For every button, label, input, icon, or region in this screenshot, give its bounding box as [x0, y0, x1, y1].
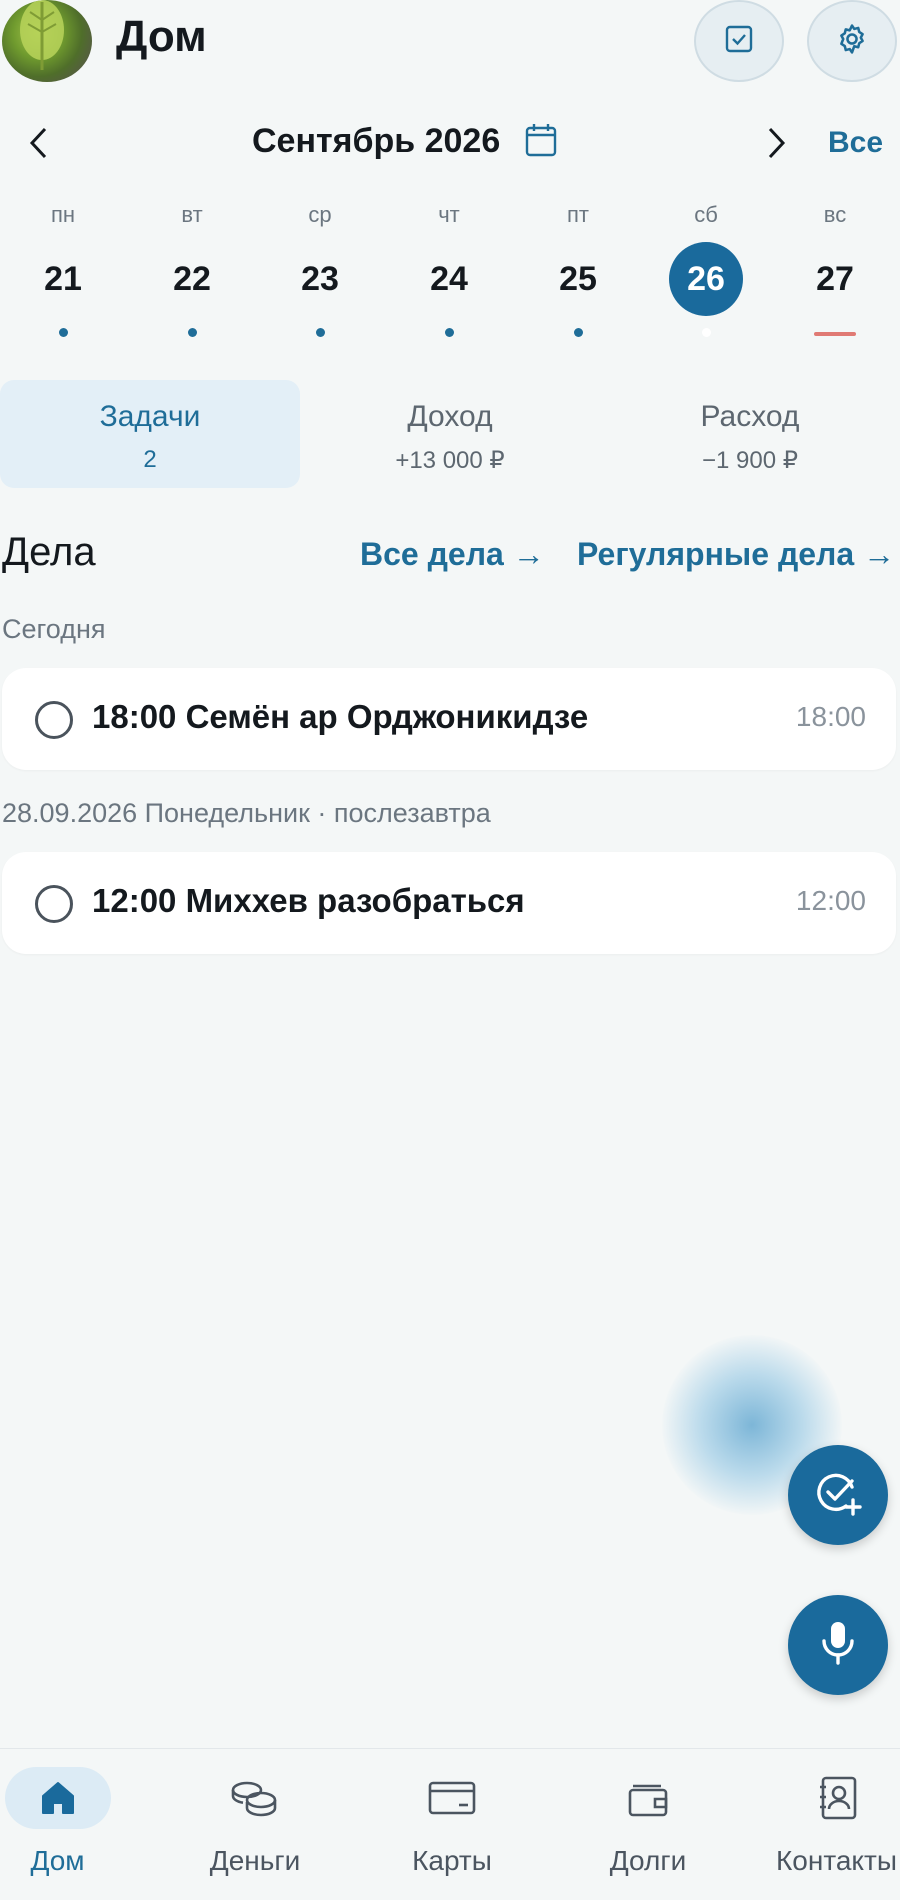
day-name: чт	[438, 202, 460, 227]
event-dot	[58, 328, 68, 337]
task-item[interactable]: 18:00 Семён ар Орджоникидзе 18:00	[2, 668, 896, 770]
card-icon	[399, 1767, 505, 1829]
event-dot	[701, 328, 711, 337]
regular-tasks-link[interactable]: Регулярные дела →	[577, 536, 895, 573]
day-name: пн	[50, 202, 76, 227]
home-icon	[4, 1767, 111, 1829]
event-dot	[187, 328, 197, 337]
day-saturday[interactable]: сб 26	[651, 200, 761, 340]
summary-tabs: Задачи 2 Доход +13 000 ₽ Расход −1 900 ₽	[0, 380, 900, 490]
day-number-selected: 26	[669, 242, 743, 316]
event-dot	[444, 328, 454, 337]
day-number: 27	[816, 260, 854, 298]
event-dot	[573, 328, 583, 337]
day-monday[interactable]: пн 21	[8, 200, 118, 340]
day-number: 21	[44, 260, 82, 298]
tab-income[interactable]: Доход +13 000 ₽	[300, 380, 600, 488]
task-time: 18:00	[795, 701, 866, 732]
check-plus-icon	[812, 1467, 864, 1524]
tab-value: 2	[143, 446, 157, 473]
settings-button[interactable]	[807, 0, 897, 82]
avatar[interactable]	[2, 0, 92, 82]
add-task-button[interactable]	[788, 1445, 888, 1545]
day-number: 25	[559, 260, 597, 298]
day-thursday[interactable]: чт 24	[394, 200, 504, 340]
section-title: Дела	[2, 530, 96, 574]
prev-month-button[interactable]	[18, 122, 58, 168]
nav-label: Карты	[412, 1845, 492, 1876]
tab-value: −1 900 ₽	[701, 447, 798, 474]
tab-expense[interactable]: Расход −1 900 ₽	[600, 380, 900, 488]
checkbox-icon	[724, 24, 754, 59]
day-name: пт	[567, 202, 589, 227]
task-item[interactable]: 12:00 Миххев разобраться 12:00	[2, 852, 896, 954]
nav-item-home[interactable]: Дом	[0, 1749, 115, 1900]
day-tuesday[interactable]: вт 22	[137, 200, 247, 340]
nav-item-debts[interactable]: Долги	[588, 1749, 708, 1900]
month-navigation: Сентябрь 2026 Все	[0, 110, 900, 180]
voice-input-button[interactable]	[788, 1595, 888, 1695]
all-dates-link[interactable]: Все	[828, 126, 883, 160]
task-checkbox[interactable]	[35, 885, 73, 923]
task-time: 12:00	[795, 885, 866, 916]
day-friday[interactable]: пт 25	[523, 200, 633, 340]
event-dot	[315, 328, 325, 337]
all-tasks-link[interactable]: Все дела →	[360, 536, 545, 573]
page-title: Дом	[116, 12, 207, 61]
nav-item-money[interactable]: Деньги	[195, 1749, 315, 1900]
nav-label: Деньги	[209, 1845, 301, 1876]
tasks-button[interactable]	[694, 0, 784, 82]
task-checkbox[interactable]	[35, 701, 73, 739]
tab-tasks[interactable]: Задачи 2	[0, 380, 300, 488]
day-number: 24	[430, 260, 468, 298]
nav-label: Дом	[30, 1845, 85, 1876]
chevron-left-icon	[27, 126, 49, 165]
tab-value: +13 000 ₽	[395, 447, 505, 474]
microphone-icon	[818, 1619, 858, 1672]
day-number: 23	[301, 260, 339, 298]
wallet-icon	[595, 1767, 701, 1829]
nav-label: Долги	[609, 1845, 687, 1876]
calendar-icon[interactable]	[524, 122, 558, 163]
chevron-right-icon	[766, 126, 788, 165]
nav-item-contacts[interactable]: Контакты	[776, 1749, 900, 1900]
day-name: ср	[308, 202, 332, 227]
today-marker	[814, 332, 856, 336]
day-name: вт	[181, 202, 203, 227]
nav-item-cards[interactable]: Карты	[392, 1749, 512, 1900]
gear-icon	[835, 22, 869, 61]
nav-label: Контакты	[776, 1845, 897, 1876]
day-wednesday[interactable]: ср 23	[265, 200, 375, 340]
tab-title: Задачи	[99, 400, 201, 433]
tab-title: Расход	[700, 400, 800, 433]
task-title: 18:00 Семён ар Орджоникидзе	[92, 698, 589, 735]
contacts-icon	[785, 1767, 891, 1829]
bottom-navigation: Дом Деньги Карты Долги Контакты	[0, 1748, 900, 1900]
group-label-date: 28.09.2026 Понедельник · послезавтра	[2, 798, 491, 828]
day-number: 22	[173, 260, 211, 298]
coins-icon	[202, 1767, 308, 1829]
group-label-today: Сегодня	[2, 614, 106, 644]
header: Дом	[0, 0, 900, 100]
day-sunday[interactable]: вс 27	[780, 200, 890, 340]
week-strip: пн 21 вт 22 ср 23 чт 24 пт 25 сб 26 вс 2…	[0, 200, 900, 340]
next-month-button[interactable]	[757, 122, 797, 168]
month-label[interactable]: Сентябрь 2026	[252, 122, 500, 161]
task-title: 12:00 Миххев разобраться	[92, 882, 525, 919]
tab-title: Доход	[407, 400, 493, 433]
day-name: сб	[694, 202, 718, 227]
day-name: вс	[823, 202, 847, 227]
